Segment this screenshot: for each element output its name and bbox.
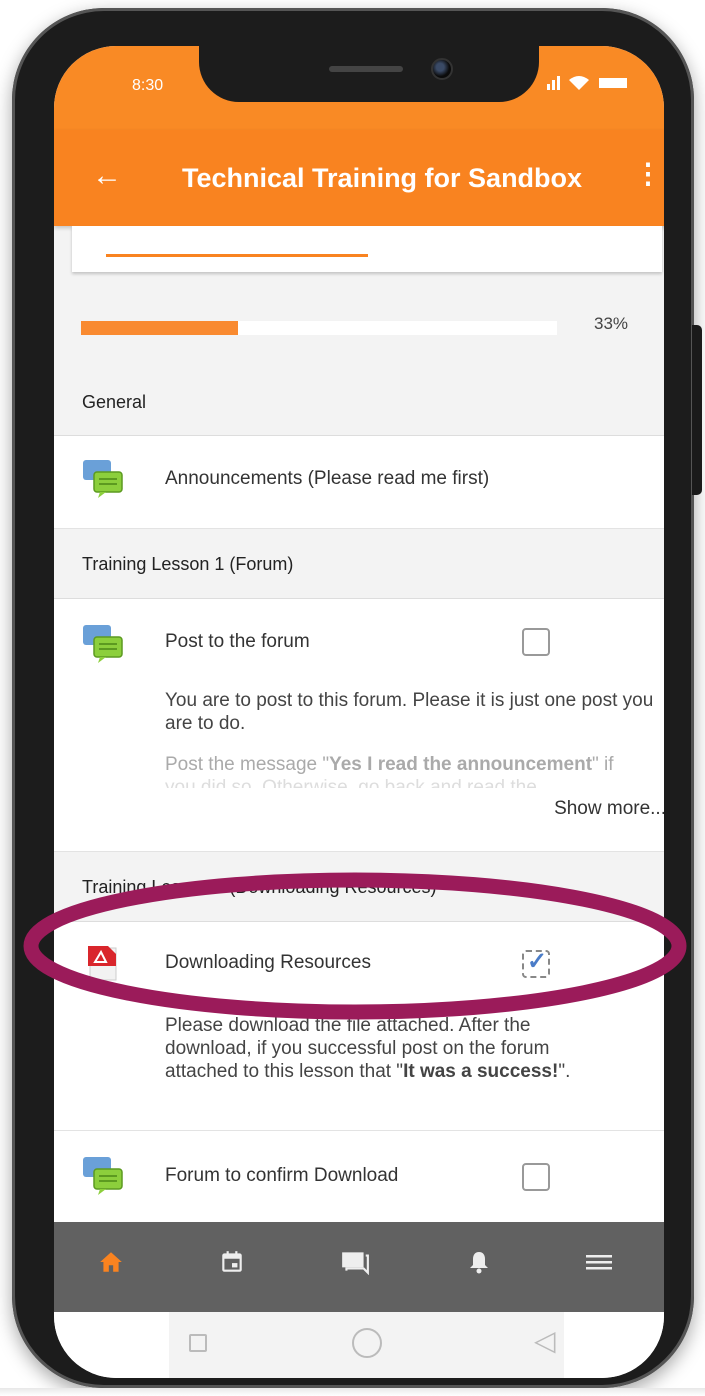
floor-shadow bbox=[0, 1388, 705, 1396]
status-bar: 8:30 bbox=[54, 46, 664, 130]
pdf-icon bbox=[86, 944, 128, 984]
back-arrow-icon[interactable]: ← bbox=[92, 158, 122, 194]
desc-text: Post the message " bbox=[165, 754, 330, 775]
bottom-navigation bbox=[54, 1222, 664, 1312]
completion-checkbox[interactable] bbox=[522, 1163, 550, 1191]
list-item-post-to-forum[interactable]: Post to the forum You are to post to thi… bbox=[54, 599, 664, 852]
course-sections: General Announcements (Please read me fi… bbox=[54, 368, 664, 1224]
messages-icon[interactable] bbox=[340, 1248, 370, 1284]
home-button-icon[interactable] bbox=[352, 1328, 382, 1358]
desc-line: Please download the file attached. After… bbox=[165, 1015, 531, 1036]
home-icon[interactable] bbox=[98, 1248, 124, 1284]
list-item-announcements[interactable]: Announcements (Please read me first) bbox=[54, 436, 664, 529]
list-item-forum-confirm-download[interactable]: Forum to confirm Download bbox=[54, 1131, 664, 1224]
desc-text: " if bbox=[592, 754, 614, 775]
camera-notch bbox=[199, 46, 539, 102]
front-camera bbox=[431, 58, 453, 80]
progress-fill bbox=[81, 321, 239, 335]
tab-card bbox=[72, 226, 662, 272]
desc-line: attached to this lesson that "It was a s… bbox=[165, 1060, 664, 1083]
overflow-menu-icon[interactable]: ⋮ bbox=[634, 156, 662, 192]
item-title[interactable]: Post to the forum bbox=[165, 631, 310, 653]
item-description: Please download the file attached. After… bbox=[165, 1014, 664, 1083]
progress-percent: 33% bbox=[594, 314, 629, 333]
desc-text: ". bbox=[558, 1061, 571, 1082]
signal-wifi-battery-icon bbox=[547, 74, 633, 96]
calendar-icon[interactable] bbox=[219, 1248, 245, 1284]
app-bar: ← Technical Training for Sandbox ⋮ bbox=[54, 130, 664, 226]
item-title[interactable]: Forum to confirm Download bbox=[165, 1165, 398, 1187]
forum-icon bbox=[82, 458, 124, 498]
course-title: Technical Training for Sandbox bbox=[182, 163, 583, 193]
course-progress-bar bbox=[81, 321, 557, 335]
back-triangle-icon[interactable]: ◁ bbox=[534, 1326, 556, 1356]
checkmark-icon: ✓ bbox=[527, 948, 548, 975]
desc-bold: It was a success! bbox=[403, 1061, 559, 1082]
completion-checkbox-checked[interactable]: ✓ bbox=[522, 948, 550, 978]
more-menu-icon[interactable] bbox=[584, 1248, 614, 1284]
forum-icon bbox=[82, 1155, 124, 1195]
notifications-icon[interactable] bbox=[467, 1248, 491, 1284]
speaker bbox=[329, 66, 403, 72]
section-header-general: General bbox=[54, 368, 664, 436]
list-item-downloading-resources[interactable]: Downloading Resources ✓ Please download … bbox=[54, 922, 664, 1131]
active-tab-indicator[interactable] bbox=[106, 254, 368, 257]
status-time: 8:30 bbox=[132, 77, 164, 94]
section-header-lesson1: Training Lesson 1 (Forum) bbox=[54, 529, 664, 599]
recent-apps-icon[interactable] bbox=[189, 1334, 207, 1352]
forum-icon bbox=[82, 623, 124, 663]
phone-side-button bbox=[692, 325, 702, 495]
item-title[interactable]: Downloading Resources bbox=[165, 952, 371, 974]
item-title[interactable]: Announcements (Please read me first) bbox=[165, 468, 489, 490]
desc-text: attached to this lesson that " bbox=[165, 1061, 404, 1082]
desc-bold: Yes I read the announcement bbox=[329, 754, 593, 775]
desc-line: download, if you successful post on the … bbox=[165, 1038, 550, 1059]
phone-screen: 8:30 ← Technical Training for Sandbox ⋮ … bbox=[54, 46, 664, 1378]
section-header-lesson2: Training Lesson 2 (Downloading Resources… bbox=[54, 852, 664, 922]
completion-checkbox[interactable] bbox=[522, 628, 550, 656]
item-description-more: Post the message "Yes I read the announc… bbox=[165, 753, 664, 776]
item-description: You are to post to this forum. Please it… bbox=[165, 690, 654, 734]
show-more-link[interactable]: Show more... bbox=[554, 798, 664, 820]
item-description-faded: you did so. Otherwise, go back and read … bbox=[165, 777, 537, 788]
